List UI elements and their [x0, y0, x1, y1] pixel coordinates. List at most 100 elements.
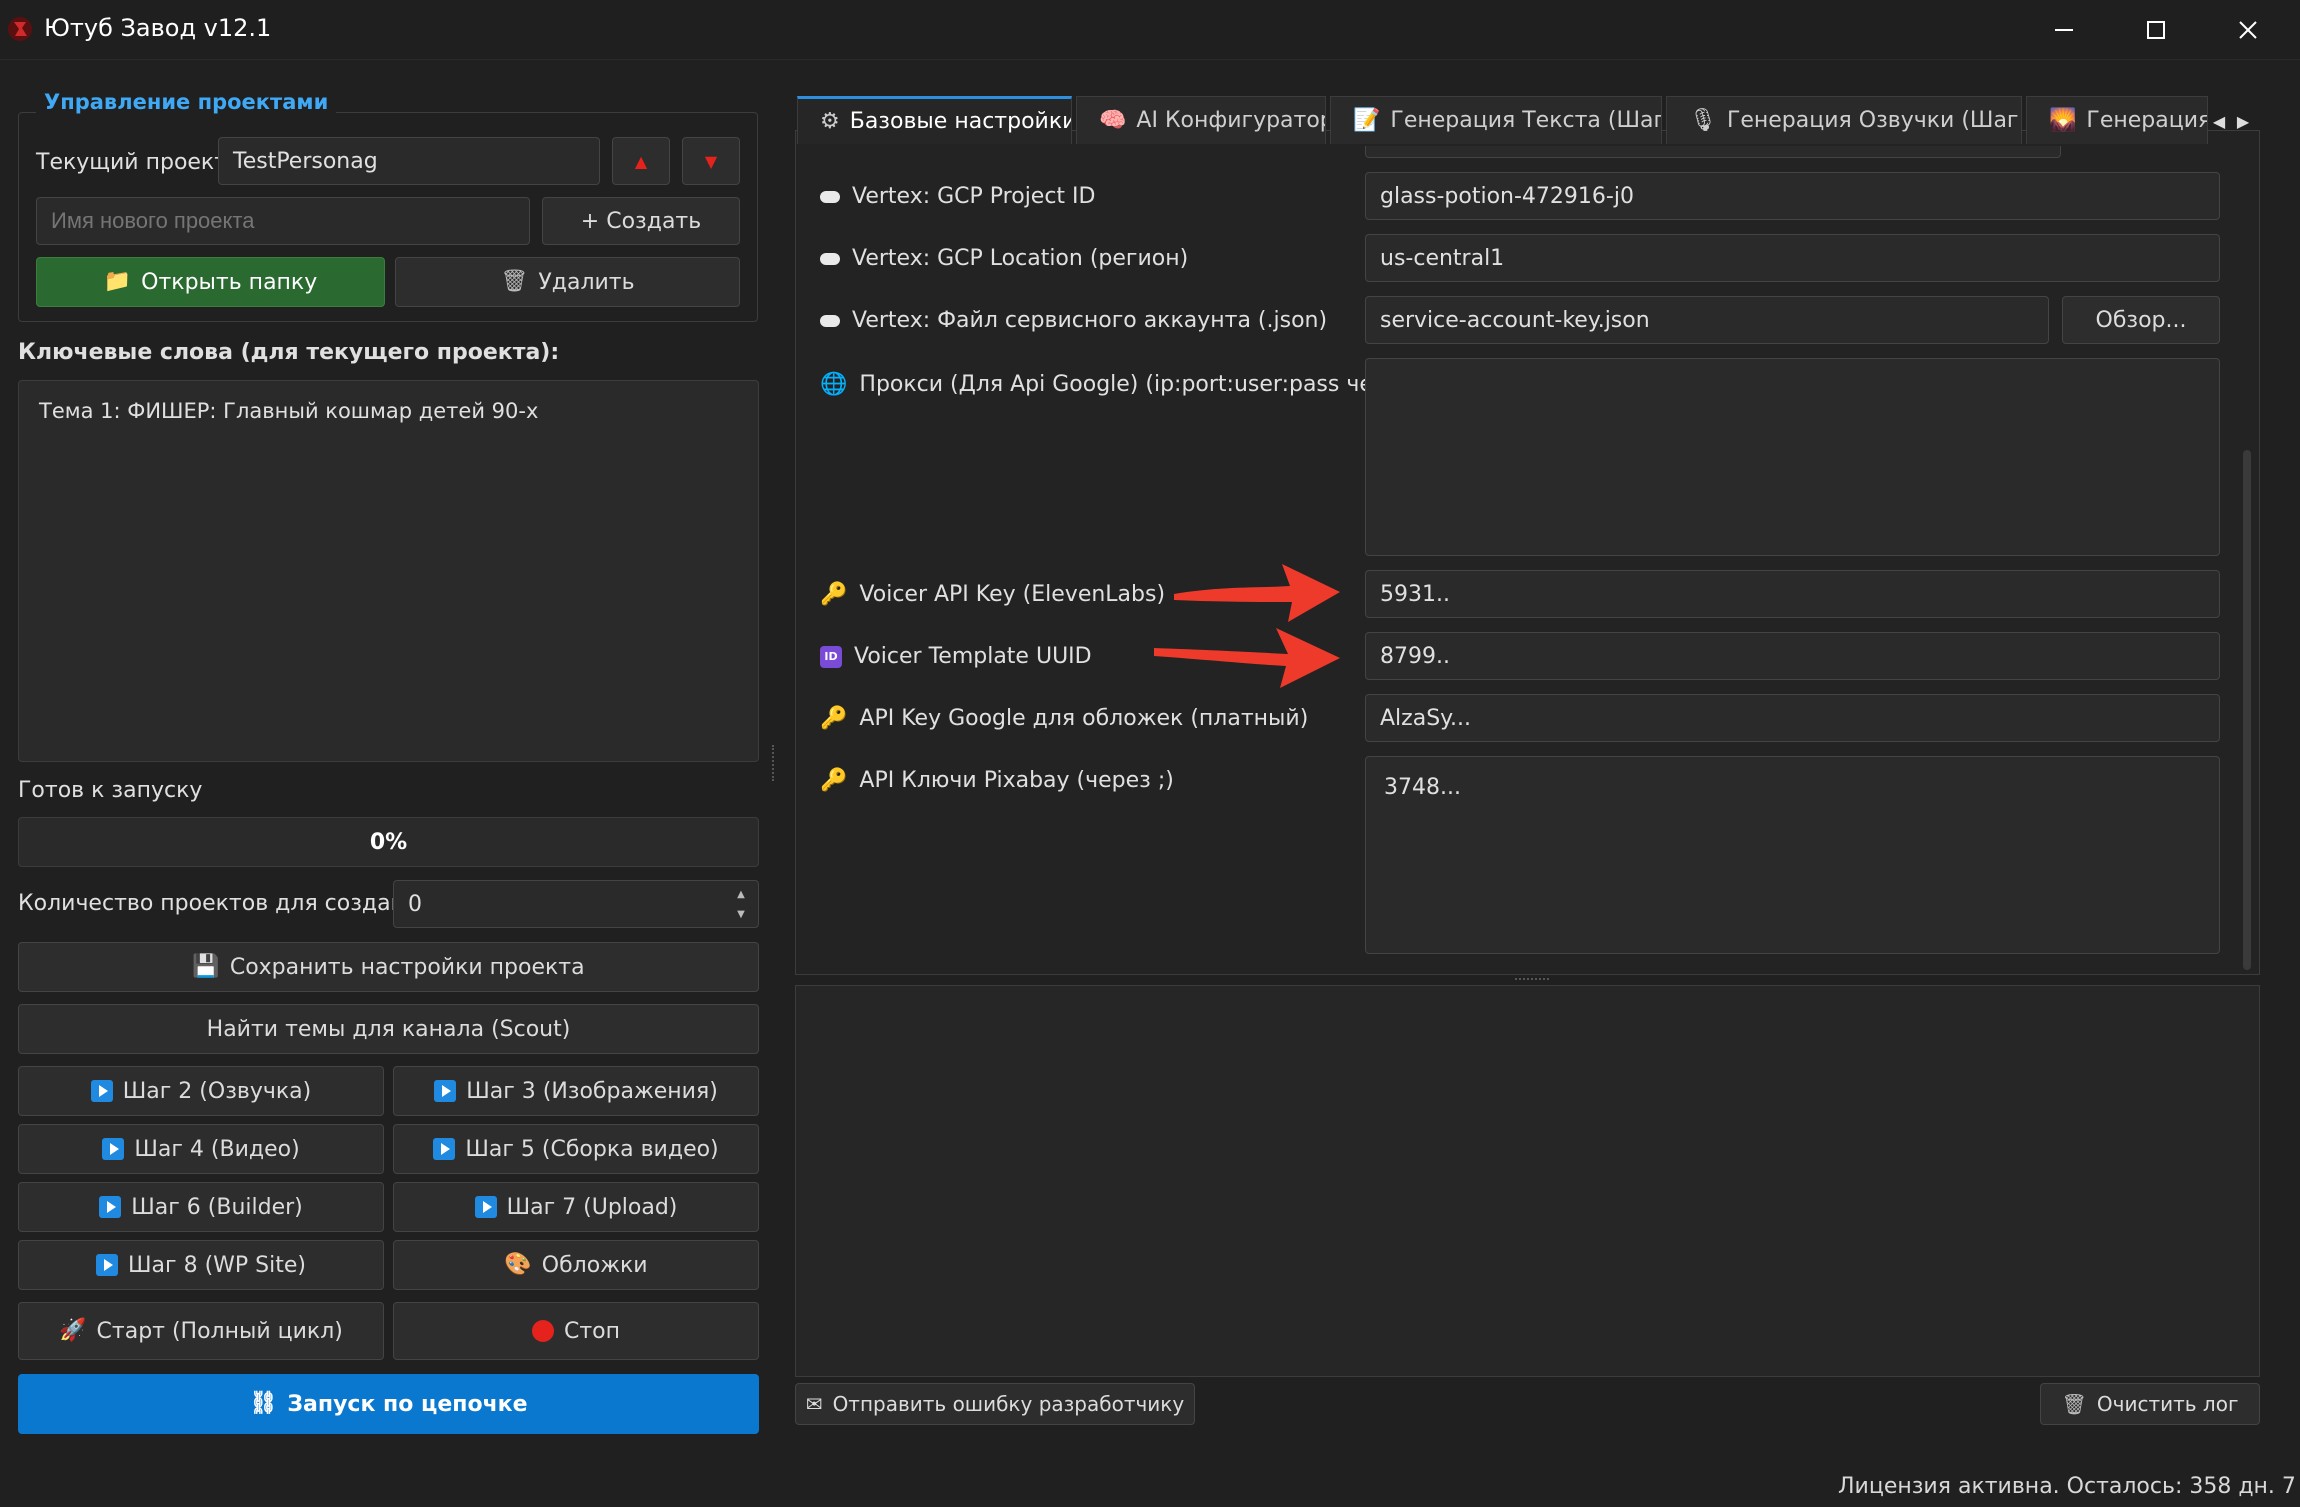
app-logo-icon — [6, 14, 34, 44]
maximize-button[interactable] — [2126, 10, 2186, 50]
stop-icon — [531, 1320, 554, 1342]
play-icon — [433, 1138, 456, 1160]
save-project-settings-label: Сохранить настройки проекта — [229, 954, 585, 980]
start-full-cycle-button[interactable]: 🚀 Старт (Полный цикл) — [18, 1302, 384, 1360]
tab-image-generation-label: Генерация — [2086, 108, 2208, 133]
clear-log-button[interactable]: 🗑 Очистить лог — [2040, 1383, 2260, 1425]
service-account-label-text: Vertex: Файл сервисного аккаунта (.json) — [852, 308, 1328, 333]
cloud-icon — [820, 252, 840, 265]
step2-button[interactable]: Шаг 2 (Озвучка) — [18, 1066, 384, 1116]
keywords-title: Ключевые слова (для текущего проекта): — [18, 340, 560, 365]
gcp-location-label: Vertex: GCP Location (регион) — [820, 246, 1188, 271]
vertical-splitter-handle[interactable] — [772, 745, 776, 781]
pixabay-label: 🔑 API Ключи Pixabay (через ;) — [820, 768, 1174, 793]
step3-button[interactable]: Шаг 3 (Изображения) — [393, 1066, 759, 1116]
move-project-down-button[interactable]: ▼ — [682, 137, 740, 185]
step6-label: Шаг 6 (Builder) — [131, 1194, 303, 1220]
voicer-uuid-input[interactable]: 8799.. — [1365, 632, 2220, 680]
title-bar — [0, 0, 2300, 60]
tab-voice-generation[interactable]: 🎙 Генерация Озвучки (Шаг 2) — [1666, 96, 2022, 144]
save-project-settings-button[interactable]: 💾 Сохранить настройки проекта — [18, 942, 759, 992]
key-icon: 🔑 — [820, 768, 848, 793]
move-project-up-button[interactable]: ▲ — [612, 137, 670, 185]
memo-icon: 📝 — [1353, 108, 1381, 133]
new-project-name-input[interactable] — [36, 197, 530, 245]
stop-label: Стоп — [563, 1318, 621, 1344]
tab-ai-configurator[interactable]: 🧠 AI Конфигуратор — [1076, 96, 1326, 144]
tab-text-generation-label: Генерация Текста (Шаг 1) — [1390, 108, 1662, 133]
tab-scroll-right-icon[interactable]: ▶ — [2232, 108, 2254, 134]
google-key-input[interactable]: AlzaSy... — [1365, 694, 2220, 742]
play-icon — [434, 1080, 457, 1102]
step3-label: Шаг 3 (Изображения) — [466, 1078, 718, 1104]
browse-button[interactable]: Обзор... — [2062, 296, 2220, 344]
floppy-disk-icon: 💾 — [192, 954, 220, 979]
minimize-icon — [2055, 29, 2073, 31]
maximize-icon — [2147, 21, 2165, 39]
window-title: Ютуб Завод v12.1 — [44, 14, 272, 42]
step8-button[interactable]: Шаг 8 (WP Site) — [18, 1240, 384, 1290]
step4-button[interactable]: Шаг 4 (Видео) — [18, 1124, 384, 1174]
keywords-textarea[interactable]: Тема 1: ФИШЕР: Главный кошмар детей 90-х — [18, 380, 759, 762]
minimize-button[interactable] — [2034, 10, 2094, 50]
voicer-key-input[interactable]: 5931.. — [1365, 570, 2220, 618]
create-project-button[interactable]: + Создать — [542, 197, 740, 245]
image-icon: 🌄 — [2049, 108, 2077, 133]
voicer-uuid-label: ID Voicer Template UUID — [820, 644, 1092, 669]
service-account-label: Vertex: Файл сервисного аккаунта (.json) — [820, 308, 1327, 333]
send-error-button[interactable]: ✉ Отправить ошибку разработчику — [795, 1383, 1195, 1425]
project-management-title: Управление проектами — [36, 90, 337, 114]
service-account-input[interactable]: service-account-key.json — [1365, 296, 2049, 344]
tab-image-generation[interactable]: 🌄 Генерация — [2026, 96, 2208, 144]
license-status-text: Лицензия активна. Осталось: 358 дн. 7 ч — [1838, 1474, 2300, 1499]
tab-ai-configurator-label: AI Конфигуратор — [1136, 108, 1326, 133]
step6-button[interactable]: Шаг 6 (Builder) — [18, 1182, 384, 1232]
chain-icon: ⛓ — [249, 1391, 278, 1416]
tab-text-generation[interactable]: 📝 Генерация Текста (Шаг 1) — [1330, 96, 1662, 144]
voicer-uuid-label-text: Voicer Template UUID — [854, 644, 1092, 669]
log-output[interactable] — [795, 985, 2260, 1377]
step5-label: Шаг 5 (Сборка видео) — [465, 1136, 719, 1162]
settings-scrollbar-thumb[interactable] — [2243, 450, 2251, 970]
spin-down-icon[interactable]: ▼ — [728, 904, 754, 924]
gcp-project-input[interactable]: glass-potion-472916-j0 — [1365, 172, 2220, 220]
gear-icon: ⚙ — [820, 109, 840, 134]
delete-project-button[interactable]: 🗑 Удалить — [395, 257, 740, 307]
covers-button[interactable]: 🎨 Обложки — [393, 1240, 759, 1290]
horizontal-splitter-handle[interactable] — [1515, 978, 1549, 982]
pixabay-textarea[interactable]: 3748... — [1365, 756, 2220, 954]
google-key-label-text: API Key Google для обложек (платный) — [859, 706, 1309, 731]
play-icon — [99, 1196, 122, 1218]
start-full-cycle-label: Старт (Полный цикл) — [96, 1318, 343, 1344]
chain-run-button[interactable]: ⛓ Запуск по цепочке — [18, 1374, 759, 1434]
spin-up-icon[interactable]: ▲ — [728, 884, 754, 904]
close-button[interactable] — [2218, 10, 2278, 50]
stop-button[interactable]: Стоп — [393, 1302, 759, 1360]
proxy-textarea[interactable] — [1365, 358, 2220, 556]
tab-base-settings-label: Базовые настройки — [849, 109, 1072, 134]
close-icon — [2239, 21, 2257, 39]
scout-topics-button[interactable]: Найти темы для канала (Scout) — [18, 1004, 759, 1054]
tab-base-settings[interactable]: ⚙ Базовые настройки — [797, 96, 1072, 144]
send-error-label: Отправить ошибку разработчику — [832, 1392, 1185, 1416]
microphone-icon: 🎙 — [1689, 108, 1717, 133]
folder-icon: 📁 — [103, 269, 132, 294]
play-icon — [96, 1254, 119, 1276]
current-project-select[interactable]: TestPersonag — [218, 137, 600, 185]
progress-text: 0% — [369, 829, 408, 855]
current-project-label: Текущий проект: — [36, 150, 235, 175]
play-icon — [474, 1196, 497, 1218]
open-folder-button[interactable]: 📁 Открыть папку — [36, 257, 385, 307]
id-badge-icon: ID — [820, 645, 842, 668]
proxy-label-text: Прокси (Для Api Google) (ip:port:user:pa… — [859, 372, 1435, 397]
gcp-location-input[interactable]: us-central1 — [1365, 234, 2220, 282]
step5-button[interactable]: Шаг 5 (Сборка видео) — [393, 1124, 759, 1174]
tab-scroll-left-icon[interactable]: ◀ — [2208, 108, 2230, 134]
scrolled-field-edge — [1365, 146, 2061, 158]
projects-count-spinbox[interactable]: 0 — [393, 880, 759, 928]
voicer-key-label-text: Voicer API Key (ElevenLabs) — [859, 582, 1166, 607]
step7-button[interactable]: Шаг 7 (Upload) — [393, 1182, 759, 1232]
trash-icon: 🗑 — [2061, 1392, 2087, 1416]
pixabay-label-text: API Ключи Pixabay (через ;) — [859, 768, 1174, 793]
proxy-label: 🌐 Прокси (Для Api Google) (ip:port:user:… — [820, 372, 1435, 397]
